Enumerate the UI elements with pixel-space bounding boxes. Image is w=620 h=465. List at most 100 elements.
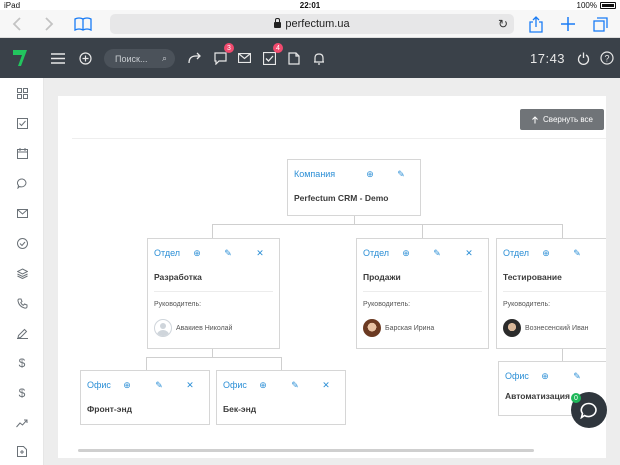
edit-icon[interactable]: ✎ [572,371,582,382]
divider [363,291,482,292]
collapse-all-button[interactable]: Свернуть все [520,109,604,130]
add-child-icon[interactable]: ⊕ [365,169,375,180]
delete-icon[interactable]: ✕ [464,248,474,259]
chat-icon[interactable]: 3 [211,43,234,67]
collapse-all-label: Свернуть все [543,115,593,124]
tabs-icon[interactable] [590,14,610,34]
dollar-alt-icon[interactable]: $ [15,386,29,400]
org-node-office[interactable]: Офис ⊕ ✎ ✕ Бек-энд [216,370,346,425]
node-name: Бек-энд [223,404,257,414]
divider [72,138,606,139]
horizontal-scrollbar[interactable] [78,449,534,452]
phone-icon[interactable] [15,296,29,310]
connector [212,224,562,225]
dollar-icon[interactable]: $ [15,356,29,370]
forward-icon[interactable] [40,14,58,34]
connector [146,357,147,370]
clip-area: Отдел ⊕ ✎ ✕ Тестирование Руководитель: В… [496,238,606,349]
org-node-company[interactable]: Компания ⊕ ✎ Perfectum CRM - Demo [287,159,421,216]
node-type[interactable]: Офис [505,371,529,381]
add-child-icon[interactable]: ⊕ [258,380,268,391]
search-placeholder: Поиск... [115,53,148,64]
connector [212,349,213,357]
add-child-icon[interactable]: ⊕ [401,248,411,259]
pencil-icon[interactable] [15,326,29,340]
connector [562,349,563,361]
reload-icon[interactable]: ↻ [498,17,508,31]
connector [354,216,355,224]
connector [422,224,423,238]
add-icon[interactable] [76,49,94,67]
edit-icon[interactable]: ✎ [432,248,442,259]
menu-icon[interactable] [49,49,67,67]
add-child-icon[interactable]: ⊕ [540,371,550,382]
lead-name: Вознесенский Иван [525,324,589,332]
bookmarks-icon[interactable] [72,14,94,34]
document-icon[interactable] [285,49,303,67]
add-child-icon[interactable]: ⊕ [541,248,551,259]
node-name: Фронт-энд [87,404,132,414]
envelope-icon[interactable] [15,206,29,220]
chat-bubble-icon [580,402,597,419]
share-icon[interactable] [526,14,546,34]
node-type[interactable]: Компания [294,169,335,179]
lead-person[interactable]: Вознесенский Иван [503,319,588,337]
node-type[interactable]: Офис [87,380,111,390]
perfectum-logo-icon[interactable] [12,49,28,67]
edit-icon[interactable]: ✎ [396,169,406,180]
edit-icon[interactable]: ✎ [290,380,300,391]
connector [281,357,282,370]
edit-icon[interactable]: ✎ [154,380,164,391]
chat-badge-count: 0 [571,393,581,403]
delete-icon[interactable]: ✕ [321,380,331,391]
check-circle-icon[interactable] [15,236,29,250]
org-node-office[interactable]: Офис ⊕ ✎ ✕ Фронт-энд [80,370,210,425]
dashboard-icon[interactable] [15,86,29,100]
lead-label: Руководитель: [154,301,202,308]
lead-person[interactable]: Барская Ирина [363,319,434,337]
file-icon[interactable] [15,444,29,458]
power-icon[interactable] [574,49,592,67]
node-name: Автоматизация [505,391,570,401]
search-input[interactable]: Поиск... ⌕ [104,49,175,68]
node-type[interactable]: Офис [223,380,247,390]
header-clock: 17:43 [530,51,566,66]
delete-icon[interactable]: ✕ [255,248,265,259]
lead-label: Руководитель: [503,301,551,308]
bell-icon[interactable] [310,49,328,67]
add-child-icon[interactable]: ⊕ [192,248,202,259]
avatar [363,319,381,337]
svg-text:?: ? [604,54,609,64]
address-bar[interactable]: perfectum.ua ↻ [110,14,514,34]
edit-icon[interactable]: ✎ [223,248,233,259]
lead-person[interactable]: Авакиев Николай [154,319,232,337]
battery-status: 100% [577,1,616,10]
node-name: Разработка [154,272,202,282]
checkbox-icon[interactable] [15,116,29,130]
help-icon[interactable]: ? [598,49,616,67]
org-node-dept[interactable]: Отдел ⊕ ✎ ✕ Продажи Руководитель: Барска… [356,238,489,349]
edit-icon[interactable]: ✎ [572,248,582,259]
trend-icon[interactable] [15,416,29,430]
comment-icon[interactable] [15,176,29,190]
tasks-icon[interactable]: 4 [260,43,283,67]
delete-icon[interactable]: ✕ [604,248,606,259]
node-type[interactable]: Отдел [363,248,389,258]
sidebar: $ $ [0,78,44,465]
ios-status-bar: iPad 22:01 100% [0,0,620,10]
url-text: perfectum.ua [285,18,350,30]
tasks-badge: 4 [273,43,283,53]
back-icon[interactable] [8,14,26,34]
delete-icon[interactable]: ✕ [185,380,195,391]
node-type[interactable]: Отдел [154,248,180,258]
mail-icon[interactable] [235,49,253,67]
layers-icon[interactable] [15,266,29,280]
redirect-icon[interactable] [186,49,204,67]
add-child-icon[interactable]: ⊕ [122,380,132,391]
node-type[interactable]: Отдел [503,248,529,258]
org-node-dept[interactable]: Отдел ⊕ ✎ ✕ Разработка Руководитель: Ава… [147,238,280,349]
calendar-icon[interactable] [15,146,29,160]
connector [562,224,563,238]
new-tab-icon[interactable] [558,14,578,34]
org-node-dept[interactable]: Отдел ⊕ ✎ ✕ Тестирование Руководитель: В… [496,238,606,349]
